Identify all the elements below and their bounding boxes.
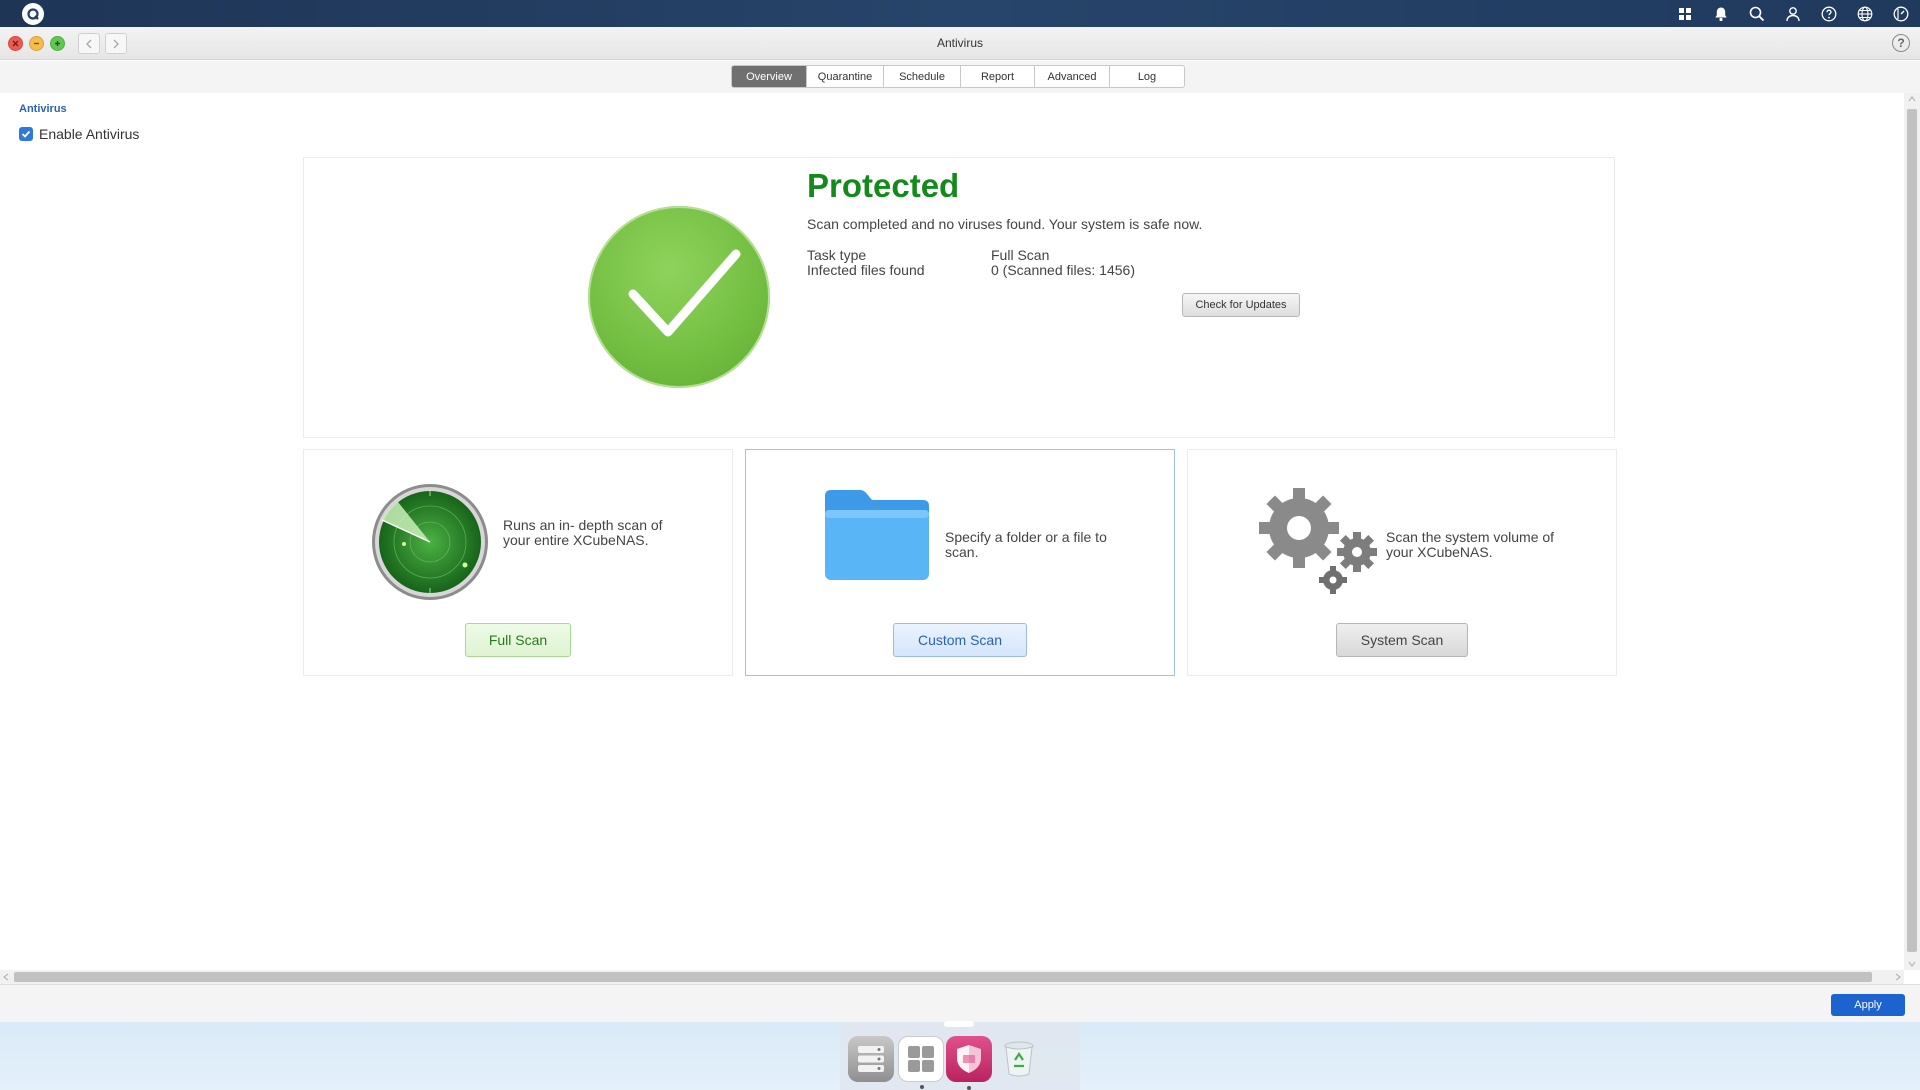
tab-bar: Overview Quarantine Schedule Report Adva… [0, 61, 1920, 93]
task-type-label: Task type [807, 247, 867, 263]
plus-icon [55, 41, 60, 46]
folder-icon [822, 488, 932, 587]
tab-log[interactable]: Log [1110, 66, 1184, 87]
system-scan-button[interactable]: System Scan [1336, 623, 1468, 657]
horizontal-scroll-thumb[interactable] [14, 972, 1872, 982]
search-icon[interactable] [1744, 1, 1770, 27]
infected-files-value: 0 (Scanned files: 1456) [991, 262, 1135, 278]
checkbox-checked-icon[interactable] [19, 127, 33, 141]
gears-icon [1254, 484, 1384, 601]
chevron-right-icon [113, 39, 119, 48]
section-title: Antivirus [19, 103, 67, 115]
bell-icon[interactable] [1708, 1, 1734, 27]
scroll-left-icon [3, 973, 9, 981]
overview-content: Antivirus Enable Antivirus Protected Sca… [0, 93, 1904, 970]
minimize-window-button[interactable] [29, 36, 44, 51]
back-button[interactable] [78, 33, 100, 54]
system-top-bar [0, 0, 1920, 27]
radar-icon [370, 482, 490, 607]
app-center-icon[interactable] [898, 1036, 944, 1089]
protected-check-icon [588, 206, 770, 388]
infected-files-label: Infected files found [807, 262, 925, 278]
full-scan-card: Runs an in- depth scan of your entire XC… [303, 449, 733, 676]
window-titlebar: Antivirus ? [0, 27, 1920, 60]
check-for-updates-button[interactable]: Check for Updates [1182, 293, 1300, 317]
running-indicator [967, 1086, 971, 1090]
maximize-window-button[interactable] [50, 36, 65, 51]
scroll-down-icon [1908, 961, 1916, 967]
chevron-left-icon [86, 39, 92, 48]
task-type-value: Full Scan [991, 247, 1050, 263]
user-icon[interactable] [1780, 1, 1806, 27]
enable-antivirus-checkbox[interactable]: Enable Antivirus [19, 126, 139, 142]
scroll-up-icon [1908, 96, 1916, 102]
scan-info: Task type Full Scan Infected files found… [807, 248, 1135, 278]
storage-manager-icon[interactable] [848, 1036, 894, 1082]
apply-button[interactable]: Apply [1831, 994, 1905, 1016]
minimize-icon [34, 42, 39, 45]
antivirus-shield-icon[interactable] [946, 1036, 992, 1090]
status-message: Scan completed and no viruses found. You… [807, 216, 1203, 232]
tab-schedule[interactable]: Schedule [884, 66, 961, 87]
taskbar-dock [840, 1021, 1080, 1090]
full-scan-description: Runs an in- depth scan of your entire XC… [503, 517, 663, 548]
scroll-right-icon [1895, 973, 1901, 981]
full-scan-button[interactable]: Full Scan [465, 623, 571, 657]
tab-quarantine[interactable]: Quarantine [807, 66, 884, 87]
horizontal-scrollbar[interactable] [0, 970, 1904, 984]
dock-handle[interactable] [944, 1021, 974, 1027]
window-footer: Apply [0, 984, 1920, 1022]
custom-scan-card: Specify a folder or a file to scan. Cust… [745, 449, 1175, 676]
window-help-icon[interactable]: ? [1892, 34, 1910, 52]
custom-scan-description: Specify a folder or a file to scan. [945, 529, 1107, 560]
close-icon [12, 40, 19, 47]
dashboard-icon[interactable] [1888, 1, 1914, 27]
custom-scan-button[interactable]: Custom Scan [893, 623, 1027, 657]
system-scan-description: Scan the system volume of your XCubeNAS. [1386, 529, 1555, 560]
system-scan-card: Scan the system volume of your XCubeNAS.… [1187, 449, 1617, 676]
vertical-scrollbar[interactable] [1904, 93, 1920, 970]
recycle-bin-icon[interactable] [996, 1036, 1042, 1082]
enable-antivirus-label: Enable Antivirus [39, 126, 140, 142]
status-title: Protected [807, 167, 960, 204]
tab-report[interactable]: Report [961, 66, 1035, 87]
vertical-scroll-thumb[interactable] [1907, 109, 1917, 952]
window-title: Antivirus [936, 36, 983, 50]
qnap-logo-icon[interactable] [22, 3, 44, 25]
tab-overview[interactable]: Overview [732, 66, 807, 87]
forward-button[interactable] [105, 33, 127, 54]
close-window-button[interactable] [8, 36, 23, 51]
running-indicator [920, 1085, 924, 1089]
protection-status-card: Protected Scan completed and no viruses … [303, 157, 1615, 438]
tab-group: Overview Quarantine Schedule Report Adva… [731, 65, 1185, 88]
tab-advanced[interactable]: Advanced [1035, 66, 1110, 87]
antivirus-window: Antivirus ? Overview Quarantine Schedule… [0, 27, 1920, 1022]
apps-icon[interactable] [1672, 1, 1698, 27]
help-icon[interactable] [1816, 1, 1842, 27]
globe-icon[interactable] [1852, 1, 1878, 27]
